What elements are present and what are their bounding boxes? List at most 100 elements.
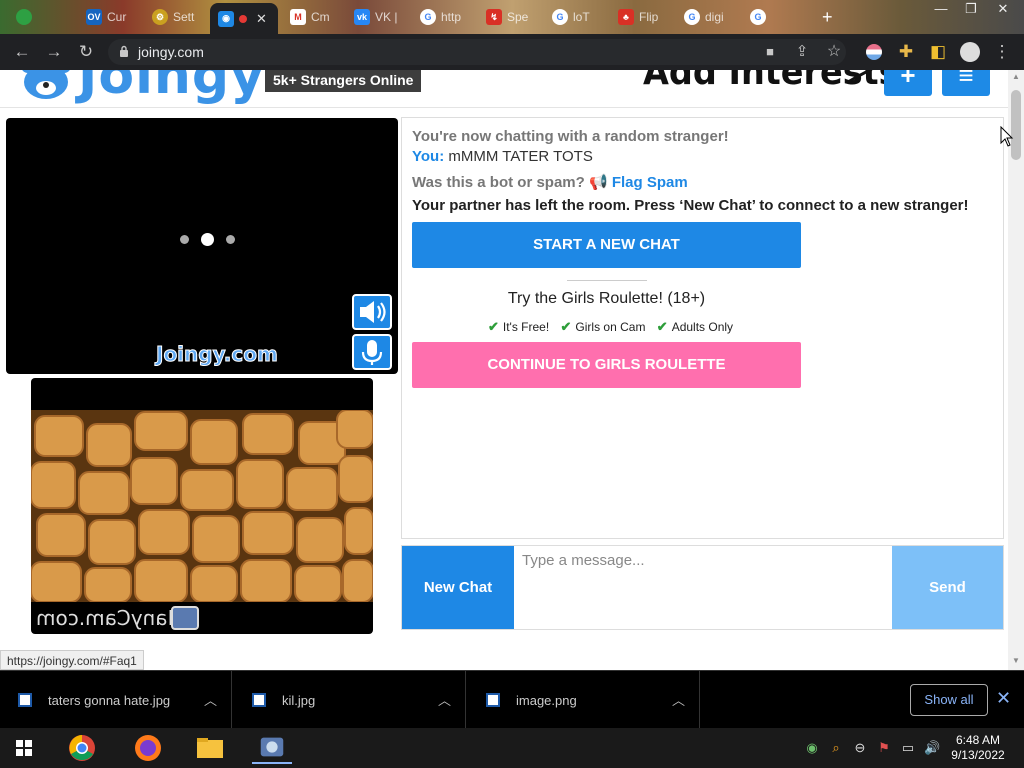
chevron-up-icon[interactable]: ︿ bbox=[204, 690, 217, 709]
reload-icon[interactable]: ↻ bbox=[74, 40, 98, 64]
tray-search-icon[interactable]: ⌕ bbox=[828, 740, 844, 756]
back-icon[interactable]: ← bbox=[10, 40, 34, 64]
image-file-icon bbox=[486, 693, 500, 707]
microphone-button[interactable] bbox=[352, 334, 392, 370]
forward-icon[interactable]: → bbox=[42, 40, 66, 64]
self-video: ManyCam.com bbox=[31, 378, 373, 634]
joingy-watermark: Joingy.com bbox=[156, 342, 279, 367]
tab-title: Cur bbox=[107, 10, 127, 24]
recording-dot-icon bbox=[239, 14, 247, 23]
taskbar-clock[interactable]: 6:48 AM 9/13/2022 bbox=[946, 733, 1010, 763]
restore-icon[interactable]: ❐ bbox=[956, 0, 986, 20]
browser-menu-icon[interactable]: ⋮ bbox=[990, 40, 1014, 64]
tray-network-app-icon[interactable]: ◉ bbox=[804, 740, 820, 756]
profile-avatar-icon[interactable] bbox=[958, 40, 982, 64]
start-new-chat-button[interactable]: START A NEW CHAT bbox=[412, 222, 801, 268]
bookmark-star-icon[interactable]: ☆ bbox=[822, 40, 846, 64]
google-icon: G bbox=[684, 9, 700, 25]
tab-title: VK | bbox=[375, 10, 398, 24]
joingy-logo-text[interactable]: Joingy bbox=[78, 70, 265, 106]
you-label: You: bbox=[412, 148, 445, 165]
tab-joingy-active[interactable]: ◉ ✕ bbox=[210, 3, 278, 34]
firefox-icon[interactable] bbox=[128, 732, 168, 764]
tray-network-icon[interactable]: ▭ bbox=[900, 740, 916, 756]
chevron-up-icon[interactable]: ︿ bbox=[672, 690, 685, 709]
tab-9[interactable]: GloT bbox=[544, 4, 608, 30]
share-icon[interactable]: ⇪ bbox=[790, 40, 814, 64]
volume-button[interactable] bbox=[352, 294, 392, 330]
spam-report-row: Was this a bot or spam? 📢 Flag Spam bbox=[412, 173, 688, 191]
tab-10[interactable]: ♣ Flip bbox=[610, 4, 674, 30]
camera-icon[interactable]: ■ bbox=[758, 40, 782, 64]
file-explorer-icon[interactable] bbox=[190, 732, 230, 764]
tray-flag-icon[interactable]: ⚑ bbox=[876, 740, 892, 756]
tab-8[interactable]: ↯ Spe bbox=[478, 4, 542, 30]
extension-flag-icon[interactable] bbox=[862, 40, 886, 64]
stranger-video: Joingy.com bbox=[6, 118, 398, 374]
continue-girls-roulette-button[interactable]: CONTINUE TO GIRLS ROULETTE bbox=[412, 342, 801, 388]
tab-2[interactable]: OV Cur bbox=[78, 4, 140, 30]
manycam-logo-icon bbox=[171, 606, 199, 630]
user-message-text: mMMM TATER TOTS bbox=[448, 148, 593, 165]
tab-5[interactable]: M Cm bbox=[282, 4, 342, 30]
close-tab-icon[interactable]: ✕ bbox=[256, 11, 267, 27]
mouse-cursor-icon bbox=[1000, 126, 1014, 147]
tab-title: Flip bbox=[639, 10, 659, 24]
address-bar[interactable]: joingy.com ■ ⇪ ☆ bbox=[108, 39, 846, 65]
extensions-puzzle-icon[interactable]: ✚ bbox=[894, 40, 918, 64]
tab-7[interactable]: Ghttp bbox=[412, 4, 478, 30]
flag-spam-link[interactable]: Flag Spam bbox=[612, 174, 688, 191]
feature-list: ✔ It's Free! ✔ Girls on Cam ✔ Adults Only bbox=[412, 319, 801, 335]
manycam-app-icon[interactable] bbox=[252, 732, 292, 764]
new-chat-button[interactable]: New Chat bbox=[402, 546, 514, 629]
google-icon: G bbox=[420, 9, 436, 25]
download-item[interactable]: image.png ︿ bbox=[468, 671, 700, 729]
mail-icon: M bbox=[290, 9, 306, 25]
image-file-icon bbox=[252, 693, 266, 707]
message-input[interactable] bbox=[514, 546, 892, 629]
scroll-thumb[interactable] bbox=[1011, 90, 1021, 160]
loading-dot bbox=[226, 235, 235, 244]
download-item[interactable]: kil.jpg ︿ bbox=[234, 671, 466, 729]
chat-log: You're now chatting with a random strang… bbox=[401, 117, 1004, 539]
send-button[interactable]: Send bbox=[892, 546, 1003, 629]
tab-12[interactable]: G bbox=[742, 4, 806, 30]
tab-1[interactable] bbox=[8, 4, 38, 30]
web-page: Joingy 5k+ Strangers Online Add Interest… bbox=[0, 70, 1008, 670]
tray-volume-icon[interactable]: 🔊 bbox=[924, 740, 940, 756]
google-icon: G bbox=[552, 9, 568, 25]
menu-button[interactable]: ≡ bbox=[942, 70, 990, 96]
site-header: Joingy 5k+ Strangers Online Add Interest… bbox=[0, 70, 1008, 108]
chrome-icon[interactable] bbox=[62, 732, 102, 764]
tab-11[interactable]: Gdigi bbox=[676, 4, 740, 30]
windows-start-icon[interactable] bbox=[4, 732, 44, 764]
microphone-icon bbox=[361, 340, 383, 365]
chevron-up-icon[interactable]: ︿ bbox=[438, 690, 451, 709]
show-all-downloads-button[interactable]: Show all bbox=[910, 684, 988, 716]
tray-status-icon[interactable]: ⊖ bbox=[852, 740, 868, 756]
page-scrollbar[interactable]: ▲ ▼ bbox=[1008, 70, 1024, 670]
download-item[interactable]: taters gonna hate.jpg ︿ bbox=[0, 671, 232, 729]
scroll-down-icon[interactable]: ▼ bbox=[1012, 656, 1020, 665]
message-composer: New Chat Send bbox=[401, 545, 1004, 630]
scroll-up-icon[interactable]: ▲ bbox=[1012, 72, 1020, 81]
joingy-bear-logo-icon[interactable] bbox=[20, 70, 72, 100]
clock-date: 9/13/2022 bbox=[951, 748, 1005, 762]
tree-icon: ♣ bbox=[618, 9, 634, 25]
minimize-icon[interactable]: — bbox=[926, 0, 956, 20]
tab-3[interactable]: ⚙ Sett bbox=[144, 4, 208, 30]
user-message: You: mMMM TATER TOTS bbox=[412, 148, 593, 165]
sidepanel-icon[interactable]: ◧ bbox=[926, 40, 950, 64]
loading-dot bbox=[180, 235, 189, 244]
close-window-icon[interactable]: ✕ bbox=[988, 0, 1018, 20]
add-interest-button[interactable]: + bbox=[884, 70, 932, 96]
tab-6[interactable]: vk VK | bbox=[346, 4, 410, 30]
new-tab-icon[interactable]: + bbox=[814, 4, 838, 30]
green-dot-icon bbox=[16, 9, 32, 25]
tab-title: Spe bbox=[507, 10, 529, 24]
clock-time: 6:48 AM bbox=[955, 733, 1001, 747]
system-message-intro: You're now chatting with a random strang… bbox=[412, 128, 729, 145]
windows-taskbar: ◉ ⌕ ⊖ ⚑ ▭ 🔊 6:48 AM 9/13/2022 bbox=[0, 728, 1024, 768]
google-icon: G bbox=[750, 9, 766, 25]
close-icon[interactable]: ✕ bbox=[996, 688, 1011, 709]
